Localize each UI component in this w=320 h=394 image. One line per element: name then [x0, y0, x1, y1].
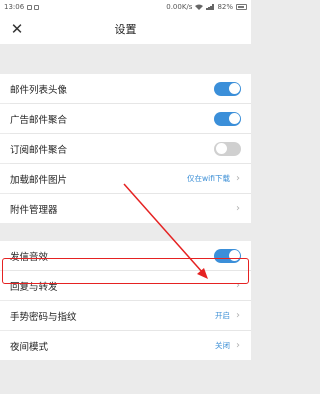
- battery-percent: 82%: [217, 3, 233, 11]
- battery-icon: [236, 4, 247, 10]
- wifi-icon: [195, 4, 204, 10]
- setting-label: 广告邮件聚合: [10, 114, 68, 126]
- toggle-switch[interactable]: [214, 111, 241, 126]
- page-title: 设置: [114, 23, 137, 36]
- toggle-switch[interactable]: [214, 141, 241, 156]
- setting-value: 仅在wifi下载: [187, 174, 230, 183]
- setting-ad-mail-aggregate[interactable]: 广告邮件聚合: [0, 104, 251, 133]
- chevron-right-icon: ›: [236, 340, 240, 351]
- nav-bar: ✕ 设置: [0, 14, 251, 44]
- chevron-right-icon: ›: [236, 310, 240, 321]
- setting-label: 夜间模式: [10, 341, 49, 353]
- status-bar: 13:06 0.00K/s 82%: [0, 0, 251, 14]
- signal-icon: [206, 4, 214, 10]
- setting-value: 开启: [215, 311, 230, 320]
- setting-label: 手势密码与指纹: [10, 311, 77, 323]
- setting-label: 附件管理器: [10, 204, 58, 216]
- chevron-right-icon: ›: [236, 203, 240, 214]
- setting-load-images[interactable]: 加载邮件图片 仅在wifi下载 ›: [0, 164, 251, 193]
- chevron-right-icon: ›: [236, 173, 240, 184]
- setting-label: 邮件列表头像: [10, 84, 68, 96]
- network-speed: 0.00K/s: [166, 3, 193, 11]
- setting-attachment-manager[interactable]: 附件管理器 ›: [0, 194, 251, 223]
- setting-subscription-aggregate[interactable]: 订阅邮件聚合: [0, 134, 251, 163]
- status-right: 0.00K/s 82%: [166, 3, 247, 11]
- setting-value: 关闭: [215, 341, 230, 350]
- status-time: 13:06: [4, 3, 25, 11]
- setting-label: 订阅邮件聚合: [10, 144, 68, 156]
- annotation-highlight-box: [2, 258, 249, 284]
- toggle-switch[interactable]: [214, 81, 241, 96]
- notification-icons: [27, 4, 41, 10]
- setting-gesture-fingerprint[interactable]: 手势密码与指纹 开启 ›: [0, 301, 251, 330]
- setting-label: 加载邮件图片: [10, 174, 68, 186]
- setting-list-avatar[interactable]: 邮件列表头像: [0, 74, 251, 103]
- setting-night-mode[interactable]: 夜间模式 关闭 ›: [0, 331, 251, 360]
